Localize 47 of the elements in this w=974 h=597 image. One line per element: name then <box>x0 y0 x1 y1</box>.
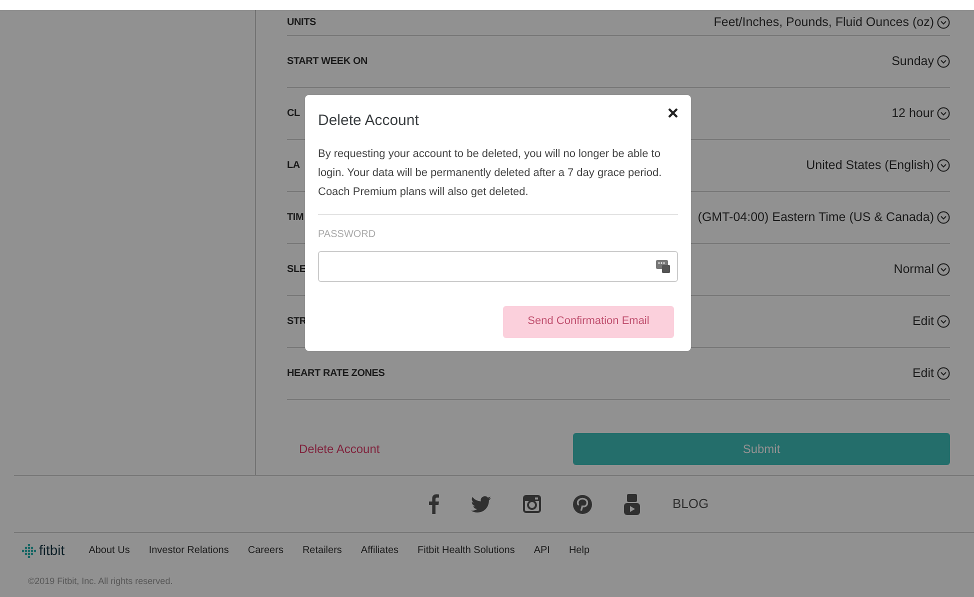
delete-account-link[interactable]: Delete Account <box>287 440 573 458</box>
setting-dropdown[interactable]: United States (English) <box>806 156 950 175</box>
video-icon[interactable] <box>624 494 640 514</box>
setting-label: TIM <box>287 211 304 225</box>
chevron-down-icon <box>937 263 950 276</box>
footer-link[interactable]: About Us <box>88 543 130 558</box>
footer-link[interactable]: Investor Relations <box>148 543 229 558</box>
footer-link[interactable]: Careers <box>248 543 284 558</box>
blog-link[interactable]: BLOG <box>672 494 709 514</box>
chevron-down-icon <box>937 315 950 328</box>
setting-dropdown[interactable]: (GMT-04:00) Eastern Time (US & Canada) <box>698 208 950 227</box>
dialog-message: By requesting your account to be deleted, you will no longer be able to login. Your data will be permanently deleted after a 7 day grace period. Coach Premium plans will also get deleted. <box>318 144 678 214</box>
setting-label: START WEEK ON <box>287 55 368 69</box>
chevron-down-icon <box>937 55 950 68</box>
setting-dropdown[interactable]: Sunday <box>892 52 950 71</box>
letter-p-circle-icon[interactable] <box>573 494 592 514</box>
password-label: PASSWORD <box>318 228 377 242</box>
setting-dropdown[interactable]: Feet/Inches, Pounds, Fluid Ounces (oz) <box>714 13 950 32</box>
footer-link[interactable]: Affiliates <box>360 543 399 558</box>
letter-f-icon[interactable] <box>429 494 440 514</box>
copyright-text: ©2019 Fitbit, Inc. All rights reserved. <box>27 575 174 588</box>
chevron-down-icon <box>937 367 950 380</box>
setting-label: UNITS <box>287 16 316 30</box>
footer-link[interactable]: API <box>534 543 550 558</box>
dot-grid-logo-icon <box>22 544 36 558</box>
setting-dropdown[interactable]: Normal <box>894 260 950 279</box>
setting-label: CL <box>287 107 300 121</box>
setting-dropdown[interactable]: Edit <box>912 312 950 331</box>
camera-icon[interactable] <box>523 495 542 513</box>
setting-label: HEART RATE ZONES <box>287 367 385 381</box>
bird-icon[interactable] <box>471 496 492 512</box>
footer-link[interactable]: Fitbit Health Solutions <box>418 543 515 558</box>
setting-label: SLE <box>287 263 306 277</box>
dialog-title: Delete Account <box>318 111 419 131</box>
chevron-down-icon <box>937 107 950 120</box>
chevron-down-icon <box>937 16 950 29</box>
footer-link[interactable]: Help <box>568 543 590 558</box>
close-button[interactable] <box>668 108 678 118</box>
footer-link[interactable]: Retailers <box>302 543 342 558</box>
setting-dropdown[interactable]: 12 hour <box>892 104 950 123</box>
password-field[interactable] <box>318 250 678 282</box>
setting-dropdown[interactable]: Edit <box>912 364 950 383</box>
key-badge-icon <box>656 259 670 273</box>
setting-label: LA <box>287 159 300 173</box>
chevron-down-icon <box>937 159 950 172</box>
chevron-down-icon <box>937 211 950 224</box>
logo-wordmark: fitbit <box>39 541 65 560</box>
